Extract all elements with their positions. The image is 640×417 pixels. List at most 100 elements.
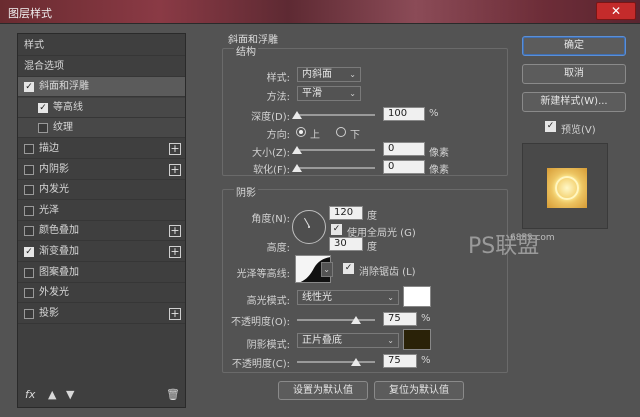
altitude-label: 高度: (266, 243, 290, 254)
style-list-checkbox[interactable] (24, 144, 34, 154)
fx-button[interactable]: fx (25, 388, 35, 401)
technique-select[interactable]: 平滑 ⌄ (297, 86, 361, 101)
arrow-down-icon[interactable]: ▼ (66, 388, 74, 401)
style-preview (522, 143, 608, 229)
shadow-opacity-slider-handle[interactable] (351, 358, 361, 366)
style-list-item[interactable]: 样式 (18, 36, 185, 56)
depth-slider[interactable] (297, 114, 375, 116)
style-list-item[interactable]: 图案叠加 (18, 263, 185, 283)
size-slider-handle[interactable] (292, 146, 302, 154)
style-list-checkbox[interactable] (24, 164, 34, 175)
highlight-mode-label: 高光模式: (246, 296, 290, 307)
direction-up-radio[interactable] (296, 127, 306, 137)
gloss-contour-label: 光泽等高线: (236, 269, 290, 280)
add-effect-icon[interactable]: + (169, 163, 181, 176)
preview-checkbox[interactable]: ✓ (545, 121, 556, 132)
style-list-item[interactable]: 颜色叠加 + (18, 221, 185, 242)
style-select-value: 内斜面 (302, 69, 332, 80)
preview-thumbnail (547, 168, 587, 208)
chevron-down-icon: ⌄ (349, 89, 356, 98)
style-list-checkbox[interactable]: ✓ (38, 102, 48, 113)
reset-default-button[interactable]: 复位为默认值 (374, 381, 464, 400)
add-effect-icon[interactable]: + (169, 246, 181, 258)
style-select[interactable]: 内斜面 ⌄ (297, 67, 361, 82)
new-style-button[interactable]: 新建样式(W)... (522, 92, 626, 112)
highlight-mode-value: 线性光 (302, 292, 332, 303)
cancel-button[interactable]: 取消 (522, 64, 626, 84)
soften-slider-handle[interactable] (292, 164, 302, 172)
close-button[interactable]: ✕ (596, 2, 636, 20)
ok-button[interactable]: 确定 (522, 36, 626, 56)
style-list-label: 样式 (24, 40, 44, 51)
highlight-opacity-input[interactable]: 75 (383, 312, 417, 326)
direction-down-radio[interactable] (336, 127, 346, 137)
style-list-item[interactable]: 描边 + (18, 139, 185, 159)
depth-label: 深度(D): (251, 112, 290, 123)
style-list-item[interactable]: ✓ 斜面和浮雕 (18, 77, 185, 98)
shadow-mode-select[interactable]: 正片叠底 ⌄ (297, 333, 399, 348)
style-list-checkbox[interactable]: ✓ (24, 82, 34, 93)
global-light-checkbox[interactable]: ✓ (331, 224, 342, 235)
angle-input[interactable]: 120 (329, 206, 363, 220)
angle-label: 角度(N): (251, 214, 290, 225)
style-list-item[interactable]: 投影 + (18, 304, 185, 324)
style-list-checkbox[interactable] (24, 226, 34, 237)
shadow-mode-label: 阴影模式: (246, 340, 290, 351)
size-unit: 像素 (429, 148, 449, 159)
preview-label: 预览(V) (561, 125, 596, 136)
arrow-up-icon[interactable]: ▲ (48, 388, 56, 401)
style-list-item[interactable]: 内阴影 + (18, 160, 185, 180)
soften-slider[interactable] (297, 167, 375, 169)
add-effect-icon[interactable]: + (169, 307, 181, 320)
style-list-label: 外发光 (39, 287, 69, 299)
highlight-opacity-unit: % (421, 313, 431, 324)
chevron-down-icon: ⌄ (323, 265, 330, 274)
size-slider[interactable] (297, 149, 375, 151)
style-list-label: 混合选项 (24, 60, 64, 72)
altitude-input[interactable]: 30 (329, 237, 363, 251)
style-list-checkbox[interactable] (24, 205, 34, 216)
shadow-opacity-input[interactable]: 75 (383, 354, 417, 368)
soften-label: 软化(F): (253, 165, 290, 176)
style-list-label: 颜色叠加 (39, 225, 79, 237)
add-effect-icon[interactable]: + (169, 225, 181, 238)
highlight-mode-select[interactable]: 线性光 ⌄ (297, 290, 399, 305)
highlight-opacity-slider-handle[interactable] (351, 316, 361, 324)
angle-dial[interactable] (292, 210, 326, 244)
trash-icon[interactable]: 🗑 (166, 388, 180, 401)
anti-alias-checkbox[interactable]: ✓ (343, 263, 354, 274)
style-list-item[interactable]: ✓ 渐变叠加 + (18, 242, 185, 262)
angle-unit: 度 (367, 211, 377, 222)
style-list-item[interactable]: 混合选项 (18, 57, 185, 77)
style-list-checkbox[interactable]: ✓ (24, 247, 34, 257)
style-list-item[interactable]: 内发光 (18, 180, 185, 201)
style-list-item[interactable]: 外发光 (18, 283, 185, 304)
add-effect-icon[interactable]: + (169, 143, 181, 155)
style-list-item[interactable]: 纹理 (18, 118, 185, 139)
soften-input[interactable]: 0 (383, 160, 425, 174)
shadow-opacity-slider[interactable] (297, 361, 375, 363)
style-list-label: 内阴影 (39, 163, 69, 175)
gloss-contour-dropdown[interactable]: ⌄ (321, 262, 333, 277)
style-list-label: 描边 (39, 143, 59, 154)
depth-slider-handle[interactable] (292, 111, 302, 119)
preview-ring (555, 176, 579, 200)
shadow-color-swatch[interactable] (403, 329, 431, 350)
style-list-item[interactable]: 光泽 (18, 201, 185, 221)
highlight-color-swatch[interactable] (403, 286, 431, 307)
shadow-mode-value: 正片叠底 (302, 335, 342, 346)
style-list-checkbox[interactable] (24, 288, 34, 299)
close-icon: ✕ (610, 4, 622, 18)
watermark-logo: PS联盟 (468, 234, 540, 259)
style-list-label: 图案叠加 (39, 266, 79, 278)
highlight-opacity-slider[interactable] (297, 319, 375, 321)
style-list-checkbox[interactable] (24, 308, 34, 319)
depth-input[interactable]: 100 (383, 107, 425, 121)
make-default-button[interactable]: 设置为默认值 (278, 381, 368, 400)
shadow-opacity-label: 不透明度(C): (231, 359, 290, 370)
style-list-checkbox[interactable] (38, 123, 48, 134)
style-list-checkbox[interactable] (24, 185, 34, 196)
size-input[interactable]: 0 (383, 142, 425, 156)
style-list-checkbox[interactable] (24, 267, 34, 278)
style-list-item[interactable]: ✓ 等高线 (18, 97, 185, 118)
